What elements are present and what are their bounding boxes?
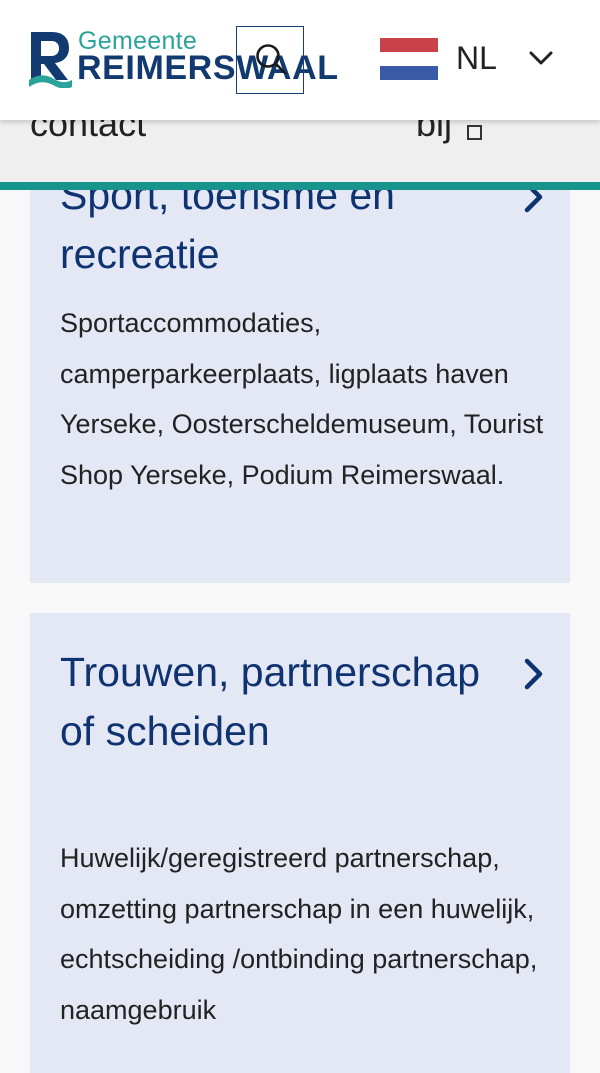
category-card-sport[interactable]: Sport, toerisme en recreatie Sportaccomm…	[30, 150, 570, 583]
contact-link[interactable]: contact	[30, 120, 146, 142]
card-description: Sportaccommodaties, camperparkeerplaats,…	[60, 308, 544, 490]
search-button[interactable]	[236, 26, 304, 94]
sub-navigation-bar: contact bij	[0, 120, 600, 182]
accent-divider	[0, 182, 600, 190]
site-header: Gemeente REIMERSWAAL NL	[0, 0, 600, 120]
category-card-trouwen[interactable]: Trouwen, partnerschap of scheiden Huweli…	[30, 613, 570, 1073]
chevron-down-icon[interactable]	[528, 48, 554, 68]
chevron-right-icon	[524, 658, 543, 690]
dutch-flag-icon[interactable]	[380, 38, 438, 80]
language-code[interactable]: NL	[456, 38, 497, 78]
card-title[interactable]: Trouwen, partnerschap of scheiden	[60, 643, 500, 761]
search-icon	[256, 44, 287, 75]
external-link-icon	[467, 125, 482, 140]
logo-mark-icon	[29, 32, 72, 88]
bij-link[interactable]: bij	[416, 120, 452, 142]
card-description: Huwelijk/geregistreerd partnerschap, omz…	[60, 843, 538, 1025]
